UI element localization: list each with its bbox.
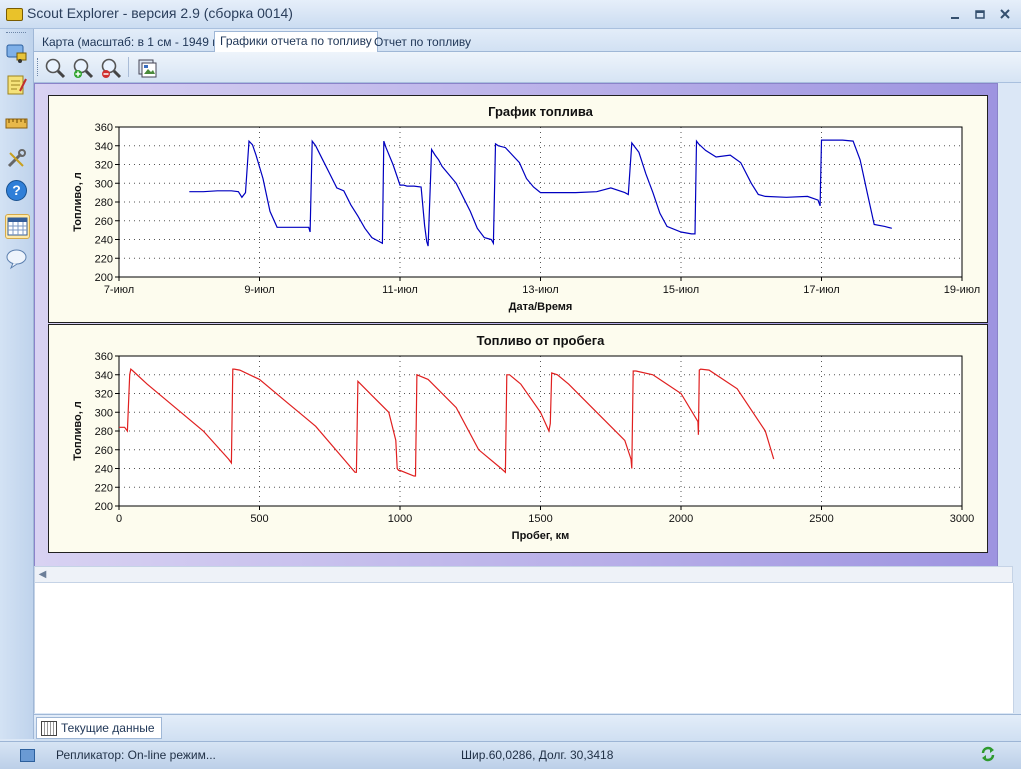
y-tick-label: 320	[95, 160, 113, 172]
document-tab-strip: Карта (масштаб: в 1 см - 1949 м) Графики…	[34, 29, 1021, 52]
chart-title: Топливо от пробега	[477, 333, 606, 348]
y-tick-label: 280	[95, 426, 113, 438]
ruler-icon	[5, 118, 28, 129]
details-area	[34, 583, 1014, 713]
left-toolbar-ruler-button[interactable]	[5, 111, 28, 134]
x-tick-label: 15-июл	[663, 284, 699, 296]
y-tick-label: 220	[95, 253, 113, 265]
calendar-icon	[41, 721, 57, 736]
toolbar-grip	[37, 58, 40, 76]
tools-icon	[7, 149, 26, 168]
x-tick-label: 17-июл	[803, 284, 839, 296]
left-toolbar: ?	[0, 29, 34, 739]
notepad-icon	[7, 75, 27, 95]
fuel-time-chart[interactable]: График топлива 200 220 240 260 280 300 320 340 36…	[49, 96, 987, 322]
left-toolbar-help-button[interactable]: ?	[5, 179, 28, 202]
zoom-out-icon	[101, 58, 122, 79]
bottom-tab-strip: Текущие данные	[34, 714, 1021, 741]
fuel-mileage-chart[interactable]: Топливо от пробега 200 220 240 260 280 300 320 3…	[49, 325, 987, 552]
x-axis-label: Пробег, км	[512, 530, 570, 542]
left-toolbar-tools-button[interactable]	[5, 147, 28, 170]
y-tick-label: 220	[95, 482, 113, 494]
chart-frame: График топлива 200 220 240 260 280 300 320 340 36…	[34, 83, 998, 567]
x-tick-label: 2500	[809, 513, 833, 525]
app-logo-icon	[6, 8, 23, 21]
y-tick-label: 320	[95, 389, 113, 401]
window-title: Scout Explorer - версия 2.9 (сборка 0014…	[27, 5, 293, 21]
replicator-status-icon	[20, 749, 35, 762]
message-bubble-icon	[6, 249, 27, 270]
window-minimize-button[interactable]	[946, 6, 964, 22]
x-axis-label: Дата/Время	[509, 301, 573, 313]
y-tick-label: 360	[95, 351, 113, 363]
tab-current-data[interactable]: Текущие данные	[36, 717, 162, 739]
toolbar-grip	[6, 32, 26, 35]
left-toolbar-messages-button[interactable]	[5, 247, 28, 270]
x-tick-label: 3000	[950, 513, 974, 525]
left-toolbar-notes-button[interactable]	[5, 73, 28, 96]
left-toolbar-map-button[interactable]	[5, 41, 28, 64]
toolbar-separator	[128, 57, 129, 77]
y-tick-label: 240	[95, 464, 113, 476]
refresh-button[interactable]	[980, 745, 996, 763]
y-tick-label: 200	[95, 501, 113, 513]
y-tick-label: 260	[95, 216, 113, 228]
close-icon	[1000, 9, 1010, 19]
y-tick-label: 260	[95, 445, 113, 457]
x-tick-label: 11-июл	[382, 284, 418, 296]
title-bar: Scout Explorer - версия 2.9 (сборка 0014…	[0, 0, 1021, 29]
chart-toolbar	[34, 52, 1021, 83]
x-tick-label: 7-июл	[104, 284, 134, 296]
y-axis-label: Топливо, л	[72, 401, 84, 461]
refresh-icon	[981, 746, 995, 762]
replicator-status-text: Репликатор: On-line режим...	[56, 748, 216, 762]
y-tick-label: 300	[95, 178, 113, 190]
zoom-in-button[interactable]	[72, 57, 94, 79]
y-tick-label: 240	[95, 235, 113, 247]
fuel-mileage-chart-panel: Топливо от пробега 200 220 240 260 280 300 320 3…	[48, 324, 988, 553]
y-tick-label: 340	[95, 141, 113, 153]
window-restore-button[interactable]	[971, 6, 989, 22]
x-tick-label: 0	[116, 513, 122, 525]
x-tick-label: 2000	[669, 513, 693, 525]
x-tick-label: 1000	[388, 513, 412, 525]
y-tick-label: 200	[95, 272, 113, 284]
x-tick-label: 500	[250, 513, 268, 525]
scroll-left-icon[interactable]: ◀	[36, 568, 49, 581]
tab-fuel-charts[interactable]: Графики отчета по топливу	[214, 31, 378, 52]
svg-text:?: ?	[12, 182, 21, 198]
x-tick-label: 13-июл	[522, 284, 558, 296]
x-tick-label: 9-июл	[244, 284, 274, 296]
y-tick-label: 340	[95, 370, 113, 382]
restore-icon	[975, 10, 985, 19]
minimize-icon	[951, 17, 959, 19]
zoom-icon	[45, 58, 66, 79]
export-image-button[interactable]	[136, 57, 158, 79]
coordinates-readout: Шир.60,0286, Долг. 30,3418	[461, 748, 614, 762]
calendar-icon	[7, 217, 28, 236]
help-icon: ?	[6, 180, 27, 201]
tab-fuel-report[interactable]: Отчет по топливу	[368, 32, 477, 51]
tab-current-data-label: Текущие данные	[61, 721, 155, 735]
window-close-button[interactable]	[996, 6, 1014, 22]
fuel-time-chart-panel: График топлива 200 220 240 260 280 300 320 340 36…	[48, 95, 988, 323]
y-tick-label: 300	[95, 407, 113, 419]
horizontal-scrollbar[interactable]: ◀	[34, 566, 1013, 583]
chart-title: График топлива	[488, 104, 594, 119]
export-image-icon	[138, 59, 157, 78]
zoom-button[interactable]	[44, 57, 66, 79]
zoom-out-button[interactable]	[100, 57, 122, 79]
left-toolbar-calendar-button[interactable]	[5, 214, 30, 239]
zoom-in-icon	[73, 58, 94, 79]
tab-map[interactable]: Карта (масштаб: в 1 см - 1949 м)	[36, 32, 230, 51]
x-tick-label: 1500	[528, 513, 552, 525]
y-tick-label: 280	[95, 197, 113, 209]
y-tick-label: 360	[95, 122, 113, 134]
status-bar: Репликатор: On-line режим... Шир.60,0286…	[0, 741, 1021, 769]
map-truck-icon	[6, 44, 27, 63]
x-tick-label: 19-июл	[944, 284, 980, 296]
y-axis-label: Топливо, л	[72, 172, 84, 232]
